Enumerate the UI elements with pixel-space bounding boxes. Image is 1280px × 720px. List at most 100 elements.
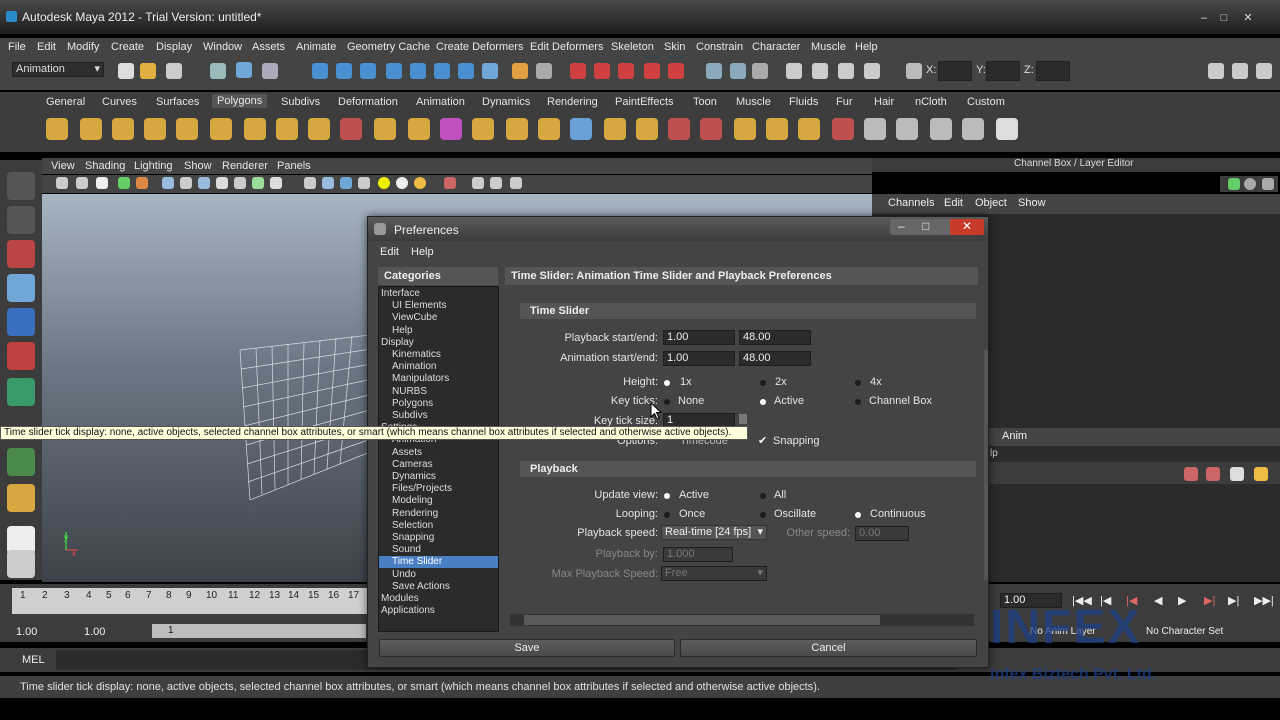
panel-menu-shading[interactable]: Shading [85, 160, 125, 172]
cb-menu-object[interactable]: Object [975, 197, 1007, 209]
menu-character[interactable]: Character [752, 41, 800, 53]
hypershade-icon[interactable] [644, 63, 660, 79]
menu-animate[interactable]: Animate [296, 41, 336, 53]
hud-icon[interactable] [510, 177, 522, 189]
category-item[interactable]: Subdivs [379, 410, 498, 422]
snap-view-icon[interactable] [434, 63, 450, 79]
layout-persp-icon[interactable] [7, 484, 35, 512]
category-item[interactable]: Animation [379, 361, 498, 373]
playback-by-field[interactable]: 1.000 [663, 547, 733, 562]
attribute-editor-tab-icon[interactable] [1244, 178, 1256, 190]
animation-start-field[interactable]: 1.00 [663, 351, 735, 366]
shelf-tab-deformation[interactable]: Deformation [338, 96, 398, 108]
range-start-field[interactable]: 1.00 [16, 626, 37, 638]
input-line-icon[interactable] [706, 63, 722, 79]
menu-create-deformers[interactable]: Create Deformers [436, 41, 523, 53]
snap-grid-icon[interactable] [312, 63, 328, 79]
safe-action-icon[interactable] [252, 177, 264, 189]
new-layer-icon[interactable] [1230, 467, 1244, 481]
shelf-tab-custom[interactable]: Custom [967, 96, 1005, 108]
paint-select-tool-icon[interactable] [7, 240, 35, 268]
bookmark-icon[interactable] [96, 177, 108, 189]
modeling-toolkit-icon[interactable] [1256, 63, 1272, 79]
layer-editor-toggle-icon[interactable] [864, 63, 880, 79]
category-item[interactable]: Dynamics [379, 471, 498, 483]
layout-single-icon[interactable] [7, 448, 35, 476]
extract-icon[interactable] [472, 118, 494, 140]
category-item[interactable]: Undo [379, 569, 498, 581]
selected-lights-icon[interactable] [414, 177, 426, 189]
menu-geometry-cache[interactable]: Geometry Cache [347, 41, 430, 53]
time-slider-frame-header[interactable]: Time Slider [520, 303, 976, 319]
isolate-select-icon[interactable] [444, 177, 456, 189]
render-view-icon[interactable] [668, 63, 684, 79]
other-speed-field[interactable]: 0.00 [855, 526, 909, 541]
snapping-check-icon[interactable]: ✔ [758, 434, 767, 447]
category-item[interactable]: Sound [379, 544, 498, 556]
shelf-tab-fur[interactable]: Fur [836, 96, 853, 108]
panel-menu-view[interactable]: View [51, 160, 75, 172]
play-forwards-icon[interactable]: ▶ [1178, 594, 1186, 607]
safe-title-icon[interactable] [270, 177, 282, 189]
separate-icon[interactable] [374, 118, 396, 140]
minimize-button[interactable]: – [1196, 12, 1212, 24]
menu-edit-deformers[interactable]: Edit Deformers [530, 41, 603, 53]
save-button[interactable]: Save [379, 639, 675, 657]
category-item[interactable]: Interface [379, 288, 498, 300]
image-plane-icon[interactable] [118, 177, 130, 189]
poly-prism-icon[interactable] [244, 118, 266, 140]
mel-label[interactable]: MEL [22, 654, 45, 666]
character-set-selector[interactable]: No Character Set [1146, 626, 1223, 637]
animation-end-field[interactable]: 48.00 [739, 351, 811, 366]
shelf-tab-fluids[interactable]: Fluids [789, 96, 818, 108]
snap-plane-icon[interactable] [386, 63, 402, 79]
open-scene-icon[interactable] [140, 63, 156, 79]
cylindrical-mapping-icon[interactable] [896, 118, 918, 140]
vertical-scrollbar[interactable] [984, 350, 988, 580]
transform-mode-icon[interactable] [906, 63, 922, 79]
merge-icon[interactable] [766, 118, 788, 140]
update-view-all-radio[interactable] [760, 493, 766, 499]
category-item[interactable]: Snapping [379, 532, 498, 544]
play-backwards-icon[interactable]: ◀ [1154, 594, 1162, 607]
close-icon[interactable]: ✕ [1240, 12, 1256, 24]
uv-texture-editor-icon[interactable] [996, 118, 1018, 140]
render-icon[interactable] [570, 63, 586, 79]
cb-menu-show[interactable]: Show [1018, 197, 1046, 209]
menu-modify[interactable]: Modify [67, 41, 99, 53]
lock-icon[interactable] [512, 63, 528, 79]
category-item[interactable]: Kinematics [379, 349, 498, 361]
bridge-icon[interactable] [570, 118, 592, 140]
shelf-tab-curves[interactable]: Curves [102, 96, 137, 108]
boolean-icon[interactable] [506, 118, 528, 140]
horizontal-scrollbar[interactable] [510, 614, 974, 626]
key-ticks-active-radio[interactable] [760, 399, 766, 405]
category-item[interactable]: Modeling [379, 495, 498, 507]
step-forward-icon[interactable]: ▶| [1228, 594, 1239, 607]
category-item[interactable]: Assets [379, 447, 498, 459]
shelf-tab-painteffects[interactable]: PaintEffects [615, 96, 674, 108]
layout-graph-icon[interactable] [7, 550, 35, 578]
category-item[interactable]: Manipulators [379, 373, 498, 385]
layer-move-down-icon[interactable] [1206, 467, 1220, 481]
channel-box-icon[interactable] [1228, 178, 1240, 190]
panel-menu-renderer[interactable]: Renderer [222, 160, 268, 172]
select-tool-icon[interactable] [7, 172, 35, 200]
append-polygon-icon[interactable] [604, 118, 626, 140]
wireframe-on-shaded-icon[interactable] [340, 177, 352, 189]
render-settings-icon[interactable] [618, 63, 634, 79]
mirror-geometry-icon[interactable] [440, 118, 462, 140]
key-ticks-none-radio[interactable] [664, 399, 670, 405]
menu-skeleton[interactable]: Skeleton [611, 41, 654, 53]
resolution-gate-icon[interactable] [198, 177, 210, 189]
shelf-tab-polygons[interactable]: Polygons [212, 94, 268, 108]
category-item[interactable]: NURBS [379, 386, 498, 398]
xray-icon[interactable] [472, 177, 484, 189]
update-view-active-radio[interactable] [664, 493, 670, 499]
category-item[interactable]: Selection [379, 520, 498, 532]
cone-tool-icon[interactable] [832, 118, 854, 140]
spherical-mapping-icon[interactable] [930, 118, 952, 140]
poly-pipe-icon[interactable] [276, 118, 298, 140]
category-item[interactable]: Save Actions [379, 581, 498, 593]
poly-cone-icon[interactable] [144, 118, 166, 140]
